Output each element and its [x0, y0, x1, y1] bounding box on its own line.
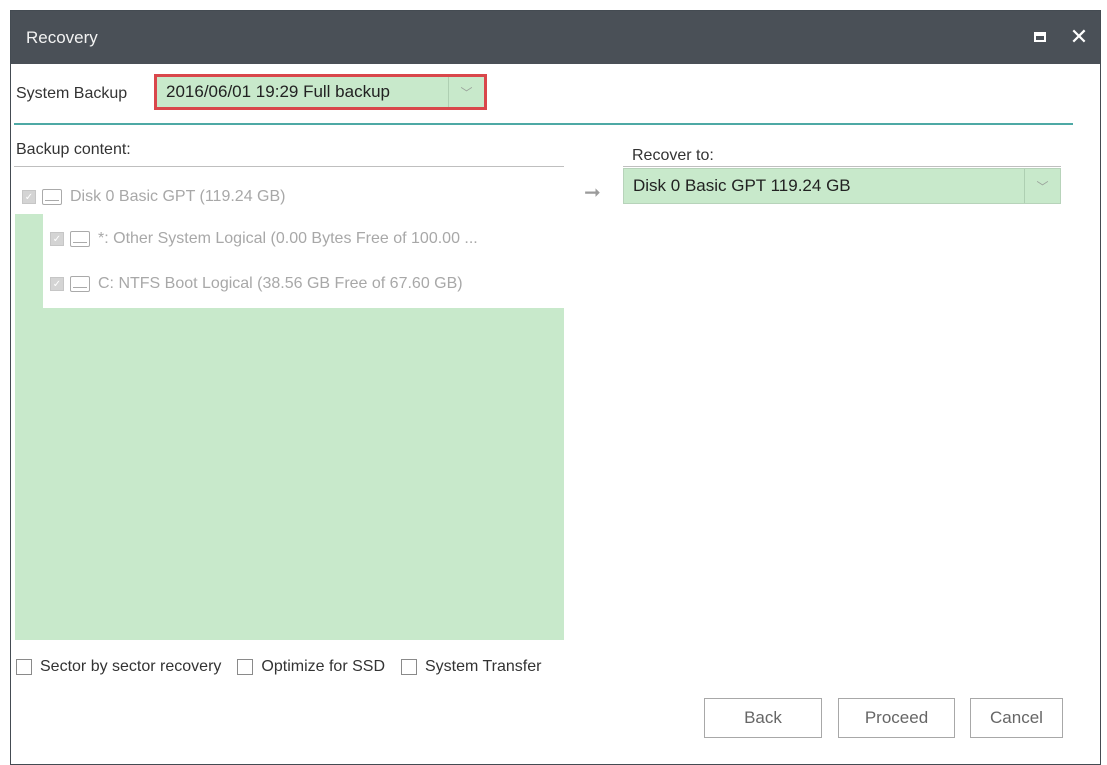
title-bar: Recovery ✕ — [11, 11, 1100, 64]
section-divider — [14, 123, 1073, 125]
disk-icon — [70, 231, 90, 247]
sector-by-sector-checkbox[interactable] — [16, 659, 32, 675]
disabled-checkbox: ✓ — [50, 232, 64, 246]
chevron-down-icon[interactable]: ﹀ — [1024, 169, 1060, 203]
chevron-down-icon[interactable]: ﹀ — [448, 77, 484, 107]
recover-to-divider — [623, 166, 1061, 167]
disabled-checkbox: ✓ — [50, 277, 64, 291]
option-label: System Transfer — [425, 658, 542, 675]
option-label: Optimize for SSD — [261, 658, 385, 675]
cancel-button[interactable]: Cancel — [970, 698, 1063, 738]
maximize-button[interactable] — [1027, 24, 1053, 50]
disk-label: Disk 0 Basic GPT (119.24 GB) — [70, 188, 286, 205]
partition-label: *: Other System Logical (0.00 Bytes Free… — [98, 230, 478, 247]
disk-icon — [70, 276, 90, 292]
system-transfer-option[interactable]: System Transfer — [401, 658, 541, 676]
partition-label: C: NTFS Boot Logical (38.56 GB Free of 6… — [98, 275, 463, 292]
tree-item-disk: ✓ Disk 0 Basic GPT (119.24 GB) — [22, 188, 285, 206]
backup-content-label: Backup content: — [16, 141, 131, 158]
system-transfer-checkbox[interactable] — [401, 659, 417, 675]
backup-content-divider — [14, 166, 564, 167]
backup-version-dropdown[interactable]: 2016/06/01 19:29 Full backup ﹀ — [154, 74, 487, 110]
close-icon: ✕ — [1069, 24, 1089, 49]
tree-partition-area — [43, 214, 564, 308]
recover-target-dropdown[interactable]: Disk 0 Basic GPT 119.24 GB ﹀ — [623, 168, 1061, 204]
tree-item-partition: ✓ C: NTFS Boot Logical (38.56 GB Free of… — [50, 275, 463, 293]
backup-version-value: 2016/06/01 19:29 Full backup — [166, 82, 391, 101]
proceed-button[interactable]: Proceed — [838, 698, 955, 738]
window-title: Recovery — [26, 28, 98, 47]
recover-target-value: Disk 0 Basic GPT 119.24 GB — [633, 176, 851, 195]
back-button[interactable]: Back — [704, 698, 822, 738]
optimize-ssd-option[interactable]: Optimize for SSD — [237, 658, 385, 676]
optimize-ssd-checkbox[interactable] — [237, 659, 254, 675]
option-label: Sector by sector recovery — [40, 658, 222, 675]
sector-by-sector-option[interactable]: Sector by sector recovery — [16, 658, 221, 676]
tree-item-partition: ✓ *: Other System Logical (0.00 Bytes Fr… — [50, 230, 478, 248]
recover-to-label: Recover to: — [632, 147, 714, 164]
disk-icon — [42, 189, 62, 205]
disabled-checkbox: ✓ — [22, 190, 36, 204]
arrow-right-icon: ➞ — [584, 182, 601, 204]
system-backup-label: System Backup — [16, 85, 128, 102]
close-button[interactable]: ✕ — [1066, 24, 1092, 50]
recovery-options: Sector by sector recovery Optimize for S… — [16, 658, 557, 676]
maximize-icon — [1034, 32, 1046, 42]
